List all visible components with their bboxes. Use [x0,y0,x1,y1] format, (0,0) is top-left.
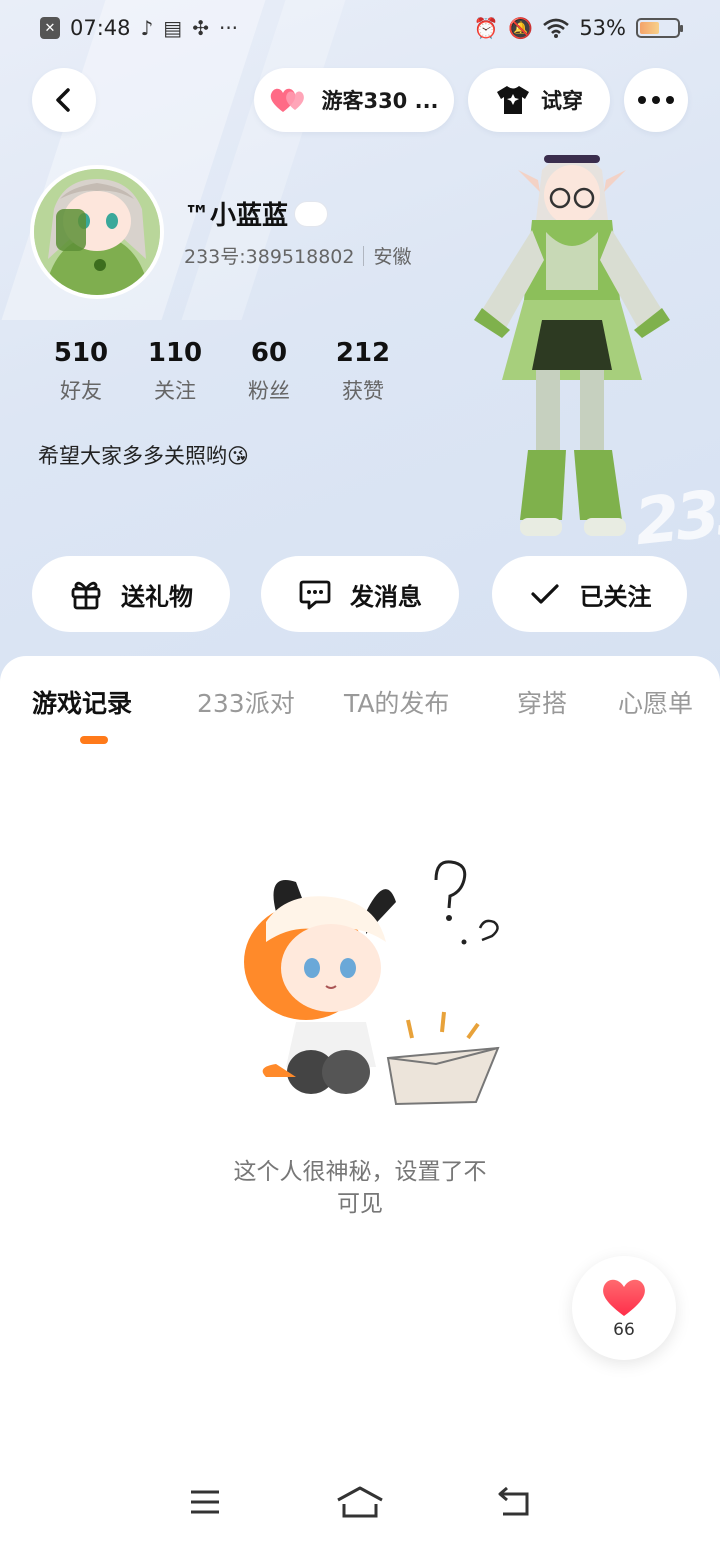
stat-label: 好友 [60,379,102,403]
tab-outfits[interactable]: 穿搭 [517,684,567,720]
thought-bubble-icon [294,200,329,227]
content-card: 游戏记录 233派对 TA的发布 穿搭 心愿单 这个人很神秘，设置了不 可见 6… [0,656,720,1544]
stat-value: 110 [147,338,203,368]
brand-logo-233: 233 [631,473,720,561]
system-nav-bar [0,1460,720,1544]
stats-row: 510 好友 110 关注 60 粉丝 212 获赞 [34,335,410,405]
send-gift-label: 送礼物 [121,582,193,611]
stat-label: 关注 [154,379,196,403]
status-left: ✕ 07:48 ♪ ▤ ✣ ··· [40,16,238,40]
stat-friends[interactable]: 510 好友 [34,335,128,405]
user-location: 安徽 [373,246,412,268]
try-on-label: 试穿 [541,89,583,113]
more-dots-icon: ··· [218,16,239,40]
mute-bell-icon: 🔕 [508,16,534,40]
name-row: ™小蓝蓝 [184,195,329,232]
more-dot [666,96,674,104]
tab-game-record[interactable]: 游戏记录 [32,684,132,720]
back-nav-icon[interactable] [495,1484,535,1520]
like-button[interactable]: 66 [572,1256,676,1360]
user-bio: 希望大家多多关照哟😘 [38,444,249,468]
tab-bar: 游戏记录 233派对 TA的发布 穿搭 心愿单 [0,656,720,746]
empty-state-illustration [244,860,500,1106]
stat-likes[interactable]: 212 获赞 [316,335,410,405]
battery-icon [636,18,683,38]
user-id: 233号:389518802 [184,246,355,268]
heart-icon [603,1279,645,1316]
tshirt-icon [497,86,529,114]
send-message-button[interactable]: 发消息 [261,556,459,632]
close-box-icon: ✕ [40,17,60,39]
more-dot [638,96,646,104]
hearts-icon [271,88,305,112]
avatar[interactable] [30,165,164,299]
chat-bubble-icon [299,580,331,610]
stat-following[interactable]: 110 关注 [128,335,222,405]
status-right: ⏰ 🔕 53% [473,16,683,40]
gift-icon [71,581,101,610]
status-bar: ✕ 07:48 ♪ ▤ ✣ ··· ⏰ 🔕 53% [0,0,720,56]
wifi-icon [543,18,570,38]
user-name: ™小蓝蓝 [184,201,289,231]
send-gift-button[interactable]: 送礼物 [32,556,230,632]
stat-value: 60 [250,338,288,368]
check-icon [530,584,559,604]
id-row: 233号:389518802 安徽 [184,242,411,269]
menu-icon[interactable] [185,1484,225,1520]
tab-233-party[interactable]: 233派对 [197,684,295,720]
empty-state-line: 可见 [337,1191,383,1217]
stat-fans[interactable]: 60 粉丝 [222,335,316,405]
stat-value: 510 [53,338,109,368]
empty-state-message: 这个人很神秘，设置了不 可见 [200,1156,520,1220]
stat-label: 获赞 [342,379,384,403]
followed-label: 已关注 [579,582,652,611]
empty-state-line: 这个人很神秘，设置了不 [233,1159,487,1185]
battery-percent: 53% [579,16,626,40]
try-on-button[interactable]: 试穿 [468,68,610,132]
more-dot [652,96,660,104]
visitor-button[interactable]: 游客330 ... [254,68,454,132]
chevron-left-icon [56,88,70,112]
card-icon: ▤ [163,16,183,40]
active-tab-indicator [80,736,108,744]
tab-ta-posts[interactable]: TA的发布 [344,684,449,720]
alarm-icon: ⏰ [473,16,499,40]
pinwheel-icon: ✣ [192,16,209,40]
followed-button[interactable]: 已关注 [492,556,687,632]
avatar-image [34,169,160,295]
tab-wishlist[interactable]: 心愿单 [618,684,693,720]
send-message-label: 发消息 [350,582,422,611]
back-button[interactable] [32,68,96,132]
stat-label: 粉丝 [248,379,290,403]
stat-value: 212 [335,338,391,368]
divider [363,245,365,266]
more-button[interactable] [624,68,688,132]
visitor-label: 游客330 ... [321,89,439,113]
like-count: 66 [613,1320,635,1340]
home-icon[interactable] [335,1484,385,1520]
status-time: 07:48 [70,16,131,40]
battery-fill [640,22,660,34]
music-icon: ♪ [140,16,154,40]
